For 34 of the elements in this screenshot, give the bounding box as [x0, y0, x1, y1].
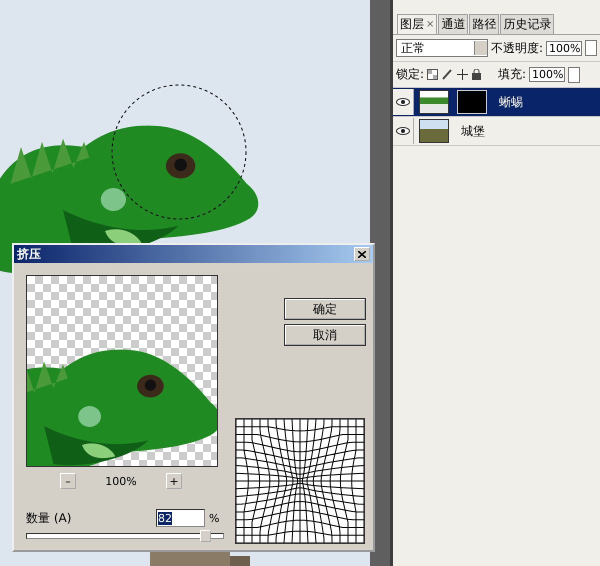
- lock-transparency-icon[interactable]: [427, 69, 438, 80]
- eye-icon[interactable]: [396, 127, 410, 135]
- layer-name: 城堡: [460, 122, 485, 140]
- layer-thumbnail: [418, 119, 449, 143]
- dialog-title: 挤压: [17, 246, 41, 262]
- fill-label: 填充:: [498, 66, 526, 83]
- opacity-field[interactable]: 100%: [546, 40, 582, 56]
- amount-label: 数量 (A): [26, 510, 72, 526]
- dialog-button[interactable]: 取消: [285, 325, 365, 345]
- opacity-label: 不透明度:: [490, 40, 543, 56]
- dialog-button[interactable]: 确定: [285, 299, 365, 319]
- panel-tab[interactable]: 路径: [469, 14, 500, 34]
- slider-thumb[interactable]: [200, 530, 212, 542]
- blend-mode-dropdown[interactable]: 正常: [396, 39, 488, 57]
- zoom-out-button[interactable]: –: [60, 473, 76, 489]
- panel-tab[interactable]: 通道: [438, 14, 468, 34]
- layer-row[interactable]: 城堡: [392, 117, 600, 146]
- panel-tab[interactable]: 图层 ×: [396, 14, 438, 34]
- close-button[interactable]: [354, 247, 370, 261]
- zoom-level: 100%: [105, 474, 137, 488]
- zoom-in-button[interactable]: +: [166, 473, 182, 489]
- amount-field[interactable]: 82: [156, 509, 205, 527]
- unit-label: %: [209, 512, 220, 524]
- eye-icon[interactable]: [396, 98, 410, 106]
- panel-tab[interactable]: 历史记录: [500, 14, 554, 34]
- layer-row[interactable]: 蜥蜴: [392, 88, 600, 117]
- amount-slider[interactable]: [26, 533, 224, 539]
- lock-icon[interactable]: [472, 69, 481, 80]
- move-icon[interactable]: [457, 69, 468, 80]
- close-icon: [358, 250, 366, 258]
- layer-name: 蜥蜴: [498, 94, 523, 110]
- lock-label: 锁定:: [396, 66, 424, 83]
- layer-thumbnail: [418, 90, 449, 114]
- fill-field[interactable]: 100%: [529, 67, 566, 82]
